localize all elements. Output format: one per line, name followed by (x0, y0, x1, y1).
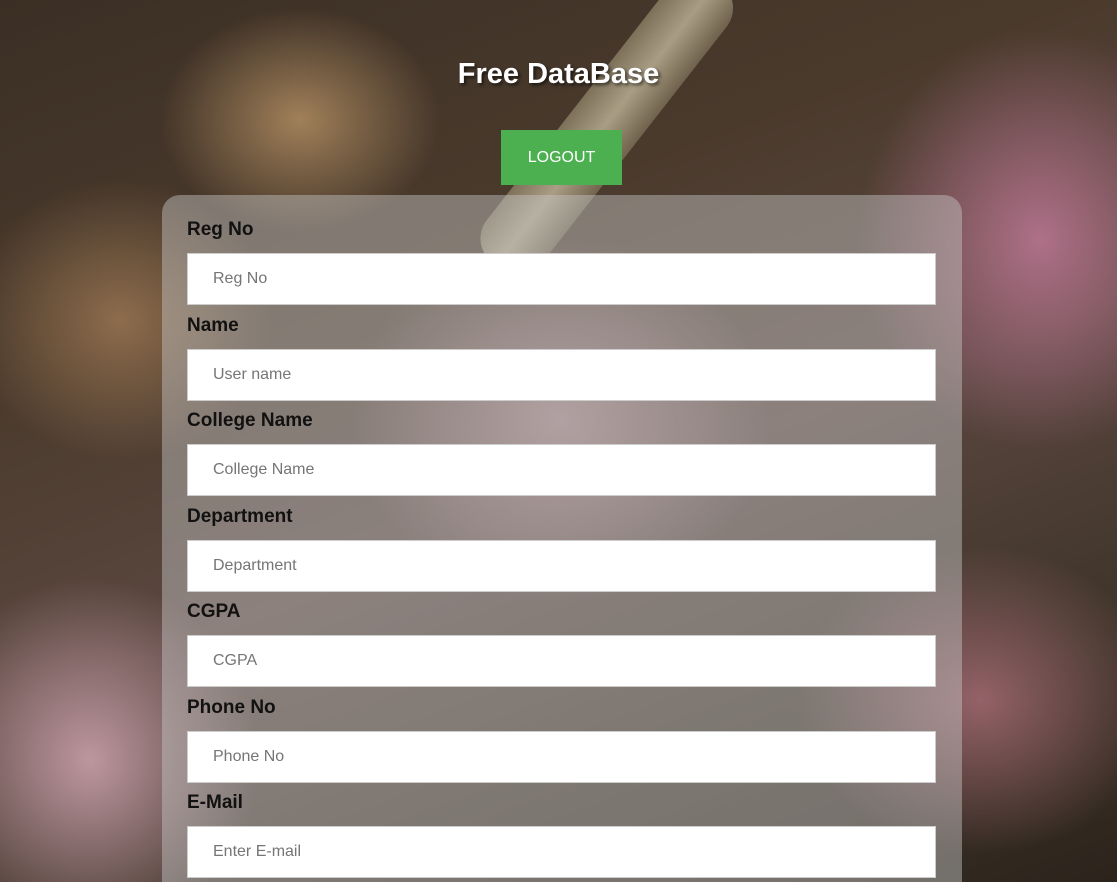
college-name-label: College Name (187, 410, 313, 431)
reg-no-label: Reg No (187, 219, 254, 240)
name-label: Name (187, 315, 239, 336)
email-input[interactable] (187, 826, 936, 878)
page-title: Free DataBase (457, 58, 660, 90)
cgpa-label: CGPA (187, 601, 241, 622)
phone-no-label: Phone No (187, 697, 276, 718)
college-name-input[interactable] (187, 444, 936, 496)
logout-button[interactable]: LOGOUT (501, 130, 622, 185)
department-label: Department (187, 506, 293, 527)
reg-no-input[interactable] (187, 253, 936, 305)
registration-form: Reg No Name College Name Department CGPA… (162, 195, 962, 882)
email-label: E-Mail (187, 792, 243, 813)
name-input[interactable] (187, 349, 936, 401)
department-input[interactable] (187, 540, 936, 592)
phone-no-input[interactable] (187, 731, 936, 783)
cgpa-input[interactable] (187, 635, 936, 687)
